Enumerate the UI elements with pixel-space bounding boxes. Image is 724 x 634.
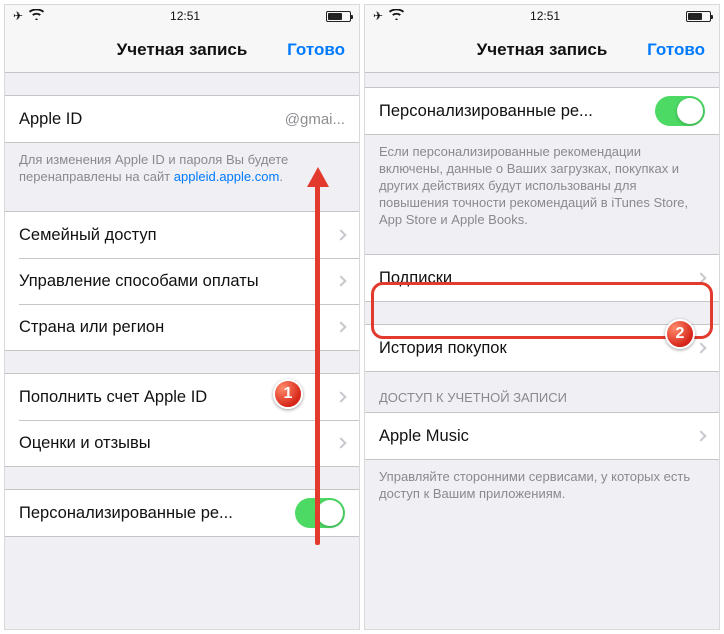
done-button[interactable]: Готово <box>647 40 705 60</box>
account-access-header: ДОСТУП К УЧЕТНОЙ ЗАПИСИ <box>365 372 719 412</box>
apple-id-value: @gmai... <box>285 111 345 128</box>
apple-id-row[interactable]: Apple ID @gmai... <box>5 96 359 142</box>
country-region-row[interactable]: Страна или регион <box>5 304 359 350</box>
battery-icon <box>686 11 711 22</box>
chevron-right-icon <box>335 437 346 448</box>
content-left: Apple ID @gmai... Для изменения Apple ID… <box>5 73 359 629</box>
status-time: 12:51 <box>530 9 560 23</box>
chevron-right-icon <box>695 272 706 283</box>
appleid-link[interactable]: appleid.apple.com <box>174 169 280 184</box>
topup-row[interactable]: Пополнить счет Apple ID <box>5 374 359 420</box>
wifi-icon <box>389 9 404 23</box>
apple-music-row[interactable]: Apple Music <box>365 413 719 459</box>
wifi-icon <box>29 9 44 23</box>
status-time: 12:51 <box>170 9 200 23</box>
personalized-row[interactable]: Персонализированные ре... <box>365 88 719 134</box>
chevron-right-icon <box>335 391 346 402</box>
ratings-reviews-row[interactable]: Оценки и отзывы <box>5 420 359 466</box>
battery-icon <box>326 11 351 22</box>
family-sharing-row[interactable]: Семейный доступ <box>5 212 359 258</box>
subscriptions-row[interactable]: Подписки <box>365 255 719 301</box>
airplane-icon: ✈︎ <box>13 9 23 23</box>
chevron-right-icon <box>695 430 706 441</box>
content-right: Персонализированные ре... Если персонали… <box>365 73 719 629</box>
purchase-history-row[interactable]: История покупок <box>365 325 719 371</box>
chevron-right-icon <box>335 229 346 240</box>
nav-bar: Учетная запись Готово <box>365 27 719 73</box>
account-access-footer: Управляйте сторонними сервисами, у котор… <box>365 460 719 514</box>
personalized-row[interactable]: Персонализированные ре... <box>5 490 359 536</box>
payment-methods-row[interactable]: Управление способами оплаты <box>5 258 359 304</box>
apple-id-footer: Для изменения Apple ID и пароля Вы будет… <box>5 143 359 197</box>
airplane-icon: ✈︎ <box>373 9 383 23</box>
status-bar: ✈︎ 12:51 <box>5 5 359 27</box>
screen-right: ✈︎ 12:51 Учетная запись Готово Персонали… <box>364 4 720 630</box>
chevron-right-icon <box>335 275 346 286</box>
page-title: Учетная запись <box>117 40 248 60</box>
personalized-footer: Если персонализированные рекомендации вк… <box>365 135 719 240</box>
personalized-toggle[interactable] <box>295 498 345 528</box>
chevron-right-icon <box>335 321 346 332</box>
screen-left: ✈︎ 12:51 Учетная запись Готово Apple ID … <box>4 4 360 630</box>
personalized-toggle[interactable] <box>655 96 705 126</box>
nav-bar: Учетная запись Готово <box>5 27 359 73</box>
chevron-right-icon <box>695 342 706 353</box>
page-title: Учетная запись <box>477 40 608 60</box>
apple-id-label: Apple ID <box>19 110 285 129</box>
status-bar: ✈︎ 12:51 <box>365 5 719 27</box>
done-button[interactable]: Готово <box>287 40 345 60</box>
